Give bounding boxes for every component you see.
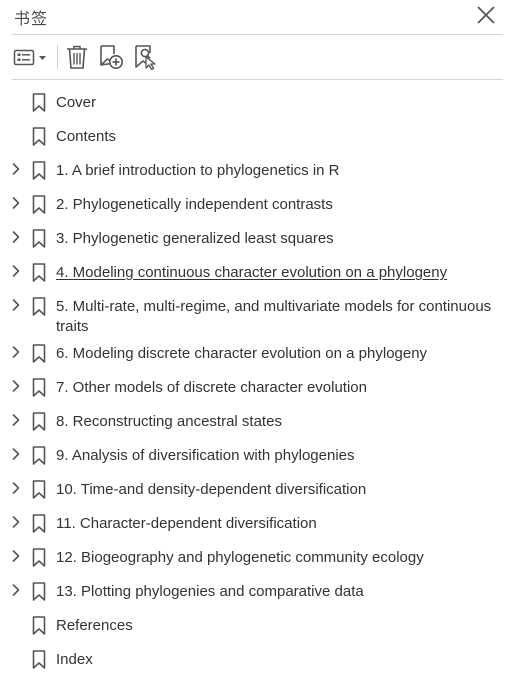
bookmark-tree: Cover Contents 1. A brief introduction to …	[0, 86, 515, 677]
bookmark-icon	[32, 412, 46, 431]
bookmark-toolbar	[0, 35, 515, 79]
bookmark-label: 6. Modeling discrete character evolution…	[56, 345, 428, 362]
bookmark-icon	[32, 548, 46, 567]
bookmark-icon	[32, 650, 46, 669]
bookmark-item[interactable]: 5. Multi-rate, multi-regime, and multiva…	[0, 290, 515, 337]
panel-title: 书签	[14, 11, 49, 28]
chevron-right-icon[interactable]	[9, 162, 23, 176]
chevron-right-icon[interactable]	[9, 413, 23, 427]
toolbar-separator	[57, 45, 58, 69]
bookmark-icon	[32, 480, 46, 499]
add-bookmark-icon	[100, 45, 123, 69]
bookmark-label: 11. Character-dependent diversification	[56, 515, 317, 532]
bookmark-label: 13. Plotting phylogenies and comparative…	[56, 583, 364, 600]
bookmark-label: 1. A brief introduction to phylogenetics…	[56, 162, 340, 179]
bookmark-item[interactable]: 13. Plotting phylogenies and comparative…	[0, 575, 515, 609]
chevron-right-icon[interactable]	[9, 447, 23, 461]
chevron-right-icon[interactable]	[9, 298, 23, 312]
bookmark-item[interactable]: 11. Character-dependent diversification	[0, 507, 515, 541]
bookmark-label: 2. Phylogenetically independent contrast…	[56, 196, 333, 213]
bookmark-label: 3. Phylogenetic generalized least square…	[56, 230, 334, 247]
options-menu-button[interactable]	[13, 44, 49, 70]
bookmark-label: 7. Other models of discrete character ev…	[56, 379, 367, 396]
list-options-icon	[13, 49, 46, 66]
bookmark-item[interactable]: 10. Time-and density-dependent diversifi…	[0, 473, 515, 507]
bookmark-icon	[32, 263, 46, 282]
bookmark-label: 5. Multi-rate, multi-regime, and multiva…	[56, 298, 492, 335]
bookmark-label: References	[56, 617, 133, 634]
bookmark-item[interactable]: 8. Reconstructing ancestral states	[0, 405, 515, 439]
bookmark-icon	[32, 229, 46, 248]
bookmark-item[interactable]: 4. Modeling continuous character evoluti…	[0, 256, 515, 290]
bookmark-item[interactable]: References	[0, 609, 515, 643]
bookmark-icon	[32, 344, 46, 363]
bookmark-label: Index	[56, 651, 93, 668]
toolbar-divider	[12, 79, 503, 80]
new-bookmark-button[interactable]	[98, 44, 124, 70]
bookmark-label: Contents	[56, 128, 117, 145]
chevron-right-icon[interactable]	[9, 583, 23, 597]
bookmark-icon	[32, 514, 46, 533]
bookmark-icon	[32, 378, 46, 397]
bookmark-label: Cover	[56, 94, 97, 111]
bookmark-icon	[32, 582, 46, 601]
bookmark-icon	[32, 616, 46, 635]
bookmark-label: 8. Reconstructing ancestral states	[56, 413, 282, 430]
close-button[interactable]	[475, 4, 497, 26]
bookmark-label: 4. Modeling continuous character evoluti…	[56, 264, 448, 281]
bookmark-item[interactable]: 9. Analysis of diversification with phyl…	[0, 439, 515, 473]
bookmark-icon	[32, 127, 46, 146]
bookmark-icon	[32, 195, 46, 214]
bookmark-label: 9. Analysis of diversification with phyl…	[56, 447, 355, 464]
chevron-right-icon[interactable]	[9, 264, 23, 278]
bookmark-icon	[32, 93, 46, 112]
bookmark-label: 12. Biogeography and phylogenetic commun…	[56, 549, 424, 566]
panel-header: 书签	[0, 0, 515, 34]
chevron-right-icon[interactable]	[9, 549, 23, 563]
bookmark-item[interactable]: 6. Modeling discrete character evolution…	[0, 337, 515, 371]
chevron-right-icon[interactable]	[9, 196, 23, 210]
find-bookmark-icon	[135, 45, 156, 71]
chevron-right-icon[interactable]	[9, 379, 23, 393]
find-current-bookmark-button[interactable]	[133, 44, 159, 71]
bookmark-item[interactable]: Cover	[0, 86, 515, 120]
delete-bookmark-button[interactable]	[65, 44, 89, 70]
chevron-right-icon[interactable]	[9, 345, 23, 359]
bookmark-icon	[32, 297, 46, 316]
bookmark-icon	[32, 161, 46, 180]
bookmark-label: 10. Time-and density-dependent diversifi…	[56, 481, 367, 498]
bookmark-item[interactable]: Index	[0, 643, 515, 677]
close-icon	[477, 6, 495, 24]
chevron-right-icon[interactable]	[9, 515, 23, 529]
bookmark-item[interactable]: Contents	[0, 120, 515, 154]
bookmark-item[interactable]: 1. A brief introduction to phylogenetics…	[0, 154, 515, 188]
trash-icon	[67, 45, 87, 69]
bookmark-item[interactable]: 3. Phylogenetic generalized least square…	[0, 222, 515, 256]
bookmarks-panel: 书签 Cover Contents 1. A brief introductio…	[0, 0, 515, 692]
bookmark-item[interactable]: 12. Biogeography and phylogenetic commun…	[0, 541, 515, 575]
chevron-right-icon[interactable]	[9, 481, 23, 495]
chevron-right-icon[interactable]	[9, 230, 23, 244]
bookmark-item[interactable]: 2. Phylogenetically independent contrast…	[0, 188, 515, 222]
bookmark-icon	[32, 446, 46, 465]
bookmark-item[interactable]: 7. Other models of discrete character ev…	[0, 371, 515, 405]
